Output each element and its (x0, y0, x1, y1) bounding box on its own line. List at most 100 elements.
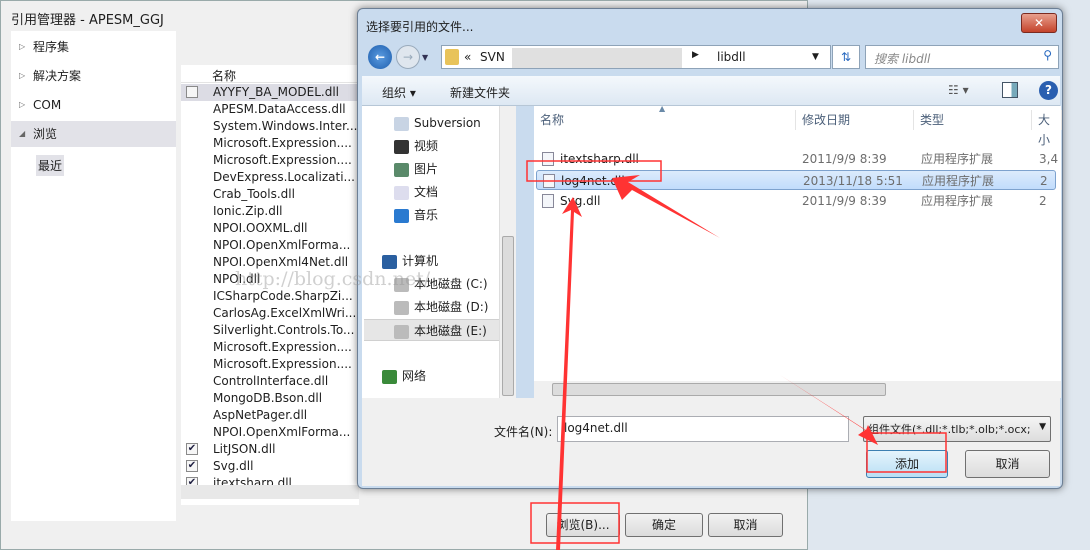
list-item[interactable]: MongoDB.Bson.dll (181, 390, 359, 407)
list-item[interactable]: Silverlight.Controls.To... (181, 322, 359, 339)
nav-item[interactable]: Subversion (394, 112, 481, 134)
list-item[interactable]: DevExpress.Localizati... (181, 169, 359, 186)
list-item[interactable]: Microsoft.Expression.... (181, 339, 359, 356)
tree-node[interactable]: ▷ COM (11, 92, 176, 118)
nav-item[interactable]: 视频 (394, 135, 438, 157)
list-item[interactable]: Microsoft.Expression.... (181, 135, 359, 152)
breadcrumb-libdll[interactable]: libdll (717, 50, 746, 64)
tree-node[interactable]: ▷ 程序集 (11, 34, 176, 60)
nav-item[interactable]: 图片 (394, 158, 438, 180)
add-button[interactable]: 添加 (866, 450, 948, 478)
collapsed-arrow-icon[interactable]: ▷ (19, 34, 25, 60)
list-item[interactable]: System.Windows.Inter... (181, 118, 359, 135)
file-type-filter[interactable]: 组件文件(*.dll;*.tlb;*.olb;*.ocx; ▼ (863, 416, 1051, 442)
filename-input[interactable]: log4net.dll (557, 416, 849, 442)
nav-item[interactable]: 计算机 (382, 250, 438, 272)
breadcrumb-svn[interactable]: SVN (480, 50, 505, 64)
preview-pane-icon[interactable] (1002, 82, 1018, 98)
list-item[interactable]: NPOI.OpenXml4Net.dll (181, 254, 359, 271)
list-item[interactable]: APESM.DataAccess.dll (181, 101, 359, 118)
cancel-button[interactable]: 取消 (708, 513, 783, 537)
history-dropdown-icon[interactable]: ▼ (422, 53, 428, 62)
tree-node-recent[interactable]: 最近 (36, 155, 65, 176)
view-options-icon[interactable]: ☷ ▾ (948, 83, 969, 97)
address-bar[interactable]: « SVN ▶ libdll ▼ (441, 45, 831, 69)
list-item[interactable]: Microsoft.Expression.... (181, 356, 359, 373)
new-folder-button[interactable]: 新建文件夹 (450, 84, 510, 101)
organize-menu[interactable]: 组织 ▾ (382, 84, 416, 101)
column-header[interactable]: 名称 (534, 110, 796, 130)
video-icon (394, 139, 409, 154)
nav-item[interactable]: 网络 (382, 365, 426, 387)
item-name: NPOI.dll (213, 272, 261, 286)
nav-item-label: 本地磁盘 (E:) (414, 324, 487, 338)
list-item[interactable]: Microsoft.Expression.... (181, 152, 359, 169)
tree-node[interactable]: ◢ 浏览 (11, 121, 176, 147)
nav-item[interactable]: 文档 (394, 181, 438, 203)
window-title: 引用管理器 - APESM_GGJ (11, 13, 164, 28)
file-row[interactable]: log4net.dll 2013/11/18 5:51 应用程序扩展 2 (536, 170, 1056, 190)
file-type: 应用程序扩展 (921, 152, 994, 166)
item-name: DevExpress.Localizati... (213, 170, 355, 184)
close-button[interactable]: ✕ (1021, 13, 1057, 33)
checkbox[interactable]: ✔ (186, 460, 198, 472)
tree-node[interactable]: ▷ 解决方案 (11, 63, 176, 89)
checkbox[interactable] (186, 86, 198, 98)
drive-icon (394, 300, 409, 315)
search-input[interactable]: 搜索 libdll ⚲ (865, 45, 1059, 69)
list-item[interactable]: ✔ Svg.dll (181, 458, 359, 475)
pictures-icon (394, 162, 409, 177)
file-list-hscrollbar[interactable] (534, 381, 1061, 398)
file-list: ▲ 名称 修改日期 类型 大小 itextsharp.dll 2011/9/9 8:39 应… (534, 104, 1062, 398)
collapsed-arrow-icon[interactable]: ▷ (19, 92, 25, 118)
nav-item[interactable]: 音乐 (394, 204, 438, 226)
expanded-arrow-icon[interactable]: ◢ (19, 121, 25, 147)
tree-node-label: 浏览 (33, 127, 58, 141)
breadcrumb-overflow[interactable]: « (464, 50, 471, 64)
column-header-name[interactable]: 名称 (212, 67, 236, 84)
nav-scrollbar[interactable] (499, 106, 516, 398)
checkbox[interactable]: ✔ (186, 443, 198, 455)
help-icon[interactable]: ? (1039, 81, 1058, 100)
list-item[interactable]: Crab_Tools.dll (181, 186, 359, 203)
list-item[interactable]: NPOI.OpenXmlForma... (181, 237, 359, 254)
nav-item[interactable]: 本地磁盘 (C:) (394, 273, 488, 295)
item-name: NPOI.OOXML.dll (213, 221, 308, 235)
list-item[interactable]: ICSharpCode.SharpZi... (181, 288, 359, 305)
list-item[interactable]: AYYFY_BA_MODEL.dll (181, 84, 359, 101)
list-hscrollbar[interactable] (181, 485, 359, 499)
address-dropdown-icon[interactable]: ▼ (812, 52, 819, 62)
dialog-title: 选择要引用的文件... (366, 20, 474, 34)
item-name: Silverlight.Controls.To... (213, 323, 355, 337)
browse-button[interactable]: 浏览(B)... (546, 513, 620, 537)
nav-item[interactable]: 本地磁盘 (D:) (394, 296, 488, 318)
item-name: NPOI.OpenXml4Net.dll (213, 255, 349, 269)
dialog-cancel-button[interactable]: 取消 (965, 450, 1050, 478)
list-item[interactable]: AspNetPager.dll (181, 407, 359, 424)
column-header[interactable]: 大小 (1032, 110, 1062, 147)
item-name: ICSharpCode.SharpZi... (213, 289, 353, 303)
list-item[interactable]: Ionic.Zip.dll (181, 203, 359, 220)
item-name: Microsoft.Expression.... (213, 340, 352, 354)
list-item[interactable]: NPOI.dll (181, 271, 359, 288)
back-icon[interactable]: ← (368, 45, 392, 69)
file-type: 应用程序扩展 (921, 194, 994, 208)
file-size: 3,4 (1039, 152, 1059, 166)
list-item[interactable]: NPOI.OpenXmlForma... (181, 424, 359, 441)
list-item[interactable]: CarlosAg.ExcelXmlWri... (181, 305, 359, 322)
list-item[interactable]: ControlInterface.dll (181, 373, 359, 390)
file-row[interactable]: Svg.dll 2011/9/9 8:39 应用程序扩展 2 (536, 191, 1056, 211)
list-item[interactable]: ✔ LitJSON.dll (181, 441, 359, 458)
ok-button[interactable]: 确定 (625, 513, 703, 537)
column-header[interactable]: 修改日期 (796, 110, 914, 130)
nav-item[interactable]: 本地磁盘 (E:) (364, 319, 500, 341)
file-row[interactable]: itextsharp.dll 2011/9/9 8:39 应用程序扩展 3,4 (536, 149, 1059, 169)
drive-icon (394, 324, 409, 339)
list-item[interactable]: NPOI.OOXML.dll (181, 220, 359, 237)
column-header[interactable]: 类型 (914, 110, 1032, 130)
forward-icon[interactable]: → (396, 45, 420, 69)
file-name: Svg.dll (560, 194, 601, 208)
collapsed-arrow-icon[interactable]: ▷ (19, 63, 25, 89)
file-open-dialog: 选择要引用的文件... ✕ ← → ▼ « SVN ▶ libdll ▼ ⇅ 搜… (357, 8, 1063, 489)
refresh-icon[interactable]: ⇅ (832, 45, 860, 69)
